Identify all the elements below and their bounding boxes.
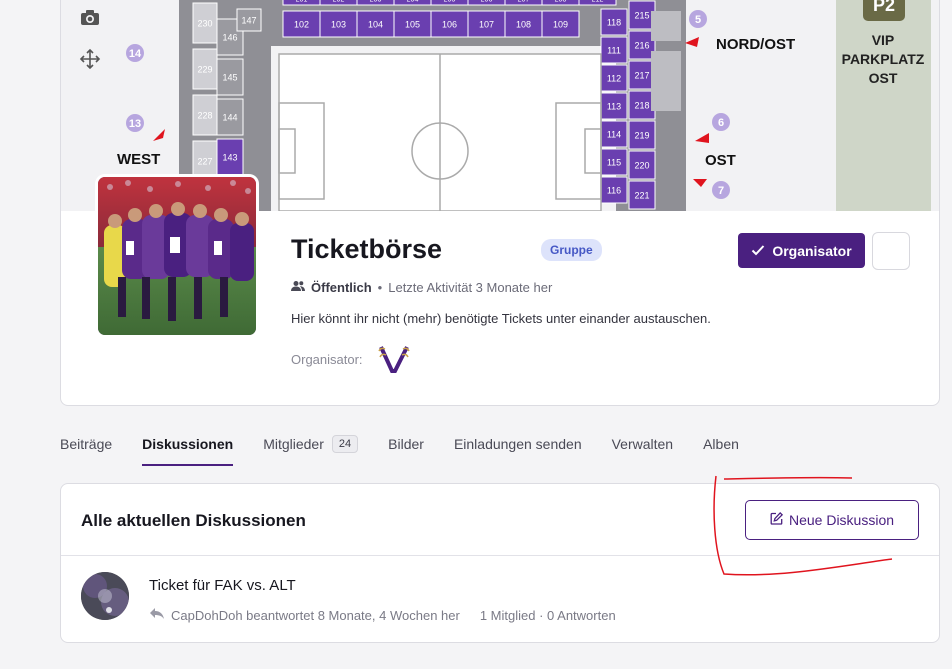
side-box	[651, 11, 681, 41]
tab-alben[interactable]: Alben	[703, 436, 739, 466]
organizer-logo[interactable]	[377, 343, 411, 373]
camera-icon[interactable]	[79, 7, 101, 29]
new-discussion-button[interactable]: Neue Diskussion	[745, 500, 919, 540]
group-avatar	[95, 174, 259, 338]
discussion-title[interactable]: Ticket für FAK vs. ALT	[149, 577, 296, 594]
group-description: Hier könnt ihr nicht (mehr) benötigte Ti…	[291, 311, 711, 326]
avatar[interactable]	[81, 572, 129, 620]
gate-number: 7	[718, 185, 724, 197]
organizer-role-button[interactable]: Organisator	[738, 233, 865, 268]
section-label: 109	[553, 20, 568, 30]
parking-badge-label: P2	[873, 0, 895, 15]
section-label: 108	[516, 20, 531, 30]
section-label: 205	[444, 0, 456, 4]
discussions-card: Alle aktuellen Diskussionen Neue Diskuss…	[60, 483, 940, 643]
arrow-icon	[693, 179, 707, 187]
section-label: 221	[634, 191, 649, 201]
section-label: 111	[607, 46, 621, 56]
discussions-header: Alle aktuellen Diskussionen Neue Diskuss…	[61, 484, 939, 556]
tab-verwalten[interactable]: Verwalten	[612, 436, 673, 466]
privacy-status: Öffentlich	[311, 280, 372, 295]
organizer-label: Organisator:	[291, 352, 363, 367]
section-label: 147	[241, 16, 256, 26]
section-label: 227	[197, 157, 212, 167]
section-label: 115	[607, 158, 621, 168]
section-label: 145	[222, 73, 237, 83]
tab-bilder[interactable]: Bilder	[388, 436, 424, 466]
section-label: 112	[607, 74, 621, 84]
tab-beitraege[interactable]: Beiträge	[60, 436, 112, 466]
members-count-badge: 24	[331, 435, 359, 453]
gate-number: 5	[695, 14, 701, 26]
section-label: 216	[634, 41, 649, 51]
section-label: 206	[481, 0, 493, 4]
tab-mitglieder[interactable]: Mitglieder 24	[263, 435, 359, 466]
section-label: 212	[592, 0, 604, 4]
section-label: 229	[197, 65, 212, 75]
new-discussion-label: Neue Diskussion	[788, 512, 895, 528]
section-label: 203	[370, 0, 382, 4]
arrow-icon	[153, 129, 165, 141]
tab-einladungen-senden[interactable]: Einladungen senden	[454, 436, 582, 466]
section-label: 230	[197, 19, 212, 29]
section-label: 114	[607, 130, 621, 140]
reply-info: CapDohDoh beantwortet 8 Monate, 4 Wochen…	[171, 607, 460, 623]
section-label: 207	[518, 0, 530, 4]
gate-number: 14	[129, 48, 142, 60]
discussions-heading: Alle aktuellen Diskussionen	[81, 511, 306, 530]
discussion-meta: CapDohDoh beantwortet 8 Monate, 4 Wochen…	[149, 607, 616, 623]
list-item: Ticket für FAK vs. ALT CapDohDoh beantwo…	[61, 556, 939, 644]
arrow-icon	[695, 133, 709, 143]
parking-label: OST	[869, 70, 898, 86]
label-nordost: NORD/OST	[716, 36, 795, 53]
section-label: 228	[197, 111, 212, 121]
parking-label: PARKPLATZ	[842, 51, 925, 67]
organizer-role-label: Organisator	[772, 242, 852, 259]
label-ost: OST	[705, 152, 736, 169]
section-label: 106	[442, 20, 457, 30]
gate-number: 6	[718, 117, 724, 129]
section-label: 215	[634, 11, 649, 21]
section-label: 220	[634, 161, 649, 171]
section-label: 105	[405, 20, 420, 30]
meta-separator: •	[377, 280, 383, 295]
section-label: 103	[331, 20, 346, 30]
section-label: 144	[222, 113, 237, 123]
tab-diskussionen[interactable]: Diskussionen	[142, 436, 234, 466]
move-icon[interactable]	[79, 48, 101, 70]
group-header-card: 201 202 203 204 205 206 207 208 212 102 103 104 105 1…	[60, 0, 940, 406]
gate-number: 13	[129, 118, 141, 130]
section-label: 113	[607, 102, 621, 112]
group-title: Ticketbörse	[291, 234, 443, 264]
last-activity: Letzte Aktivität 3 Monate her	[388, 280, 553, 295]
section-label: 218	[634, 101, 649, 111]
side-box	[651, 51, 681, 111]
group-tabs: Beiträge Diskussionen Mitglieder 24 Bilde…	[60, 435, 739, 466]
section-label: 143	[222, 153, 237, 163]
section-label: 102	[294, 20, 309, 30]
label-west: WEST	[117, 151, 160, 168]
edit-icon	[770, 511, 783, 528]
group-type-badge: Gruppe	[541, 239, 602, 261]
group-meta: Öffentlich • Letzte Aktivität 3 Monate h…	[291, 280, 552, 295]
section-label: 118	[607, 18, 621, 28]
reply-icon	[149, 607, 165, 623]
section-label: 217	[634, 71, 649, 81]
section-label: 104	[368, 20, 383, 30]
section-label: 204	[407, 0, 419, 4]
section-label: 208	[555, 0, 567, 4]
more-options-button[interactable]	[872, 232, 910, 270]
discussion-stats: 1 Mitglied · 0 Antworten	[479, 607, 616, 623]
section-label: 201	[296, 0, 308, 4]
check-icon	[751, 243, 765, 259]
section-label: 219	[634, 131, 649, 141]
section-label: 107	[479, 20, 494, 30]
annotation-stroke-top	[723, 476, 853, 480]
section-label: 146	[222, 33, 237, 43]
users-icon	[291, 280, 305, 295]
section-label: 202	[333, 0, 345, 4]
section-label: 116	[607, 186, 621, 196]
arrow-icon	[685, 37, 699, 47]
parking-label: VIP	[872, 32, 895, 48]
